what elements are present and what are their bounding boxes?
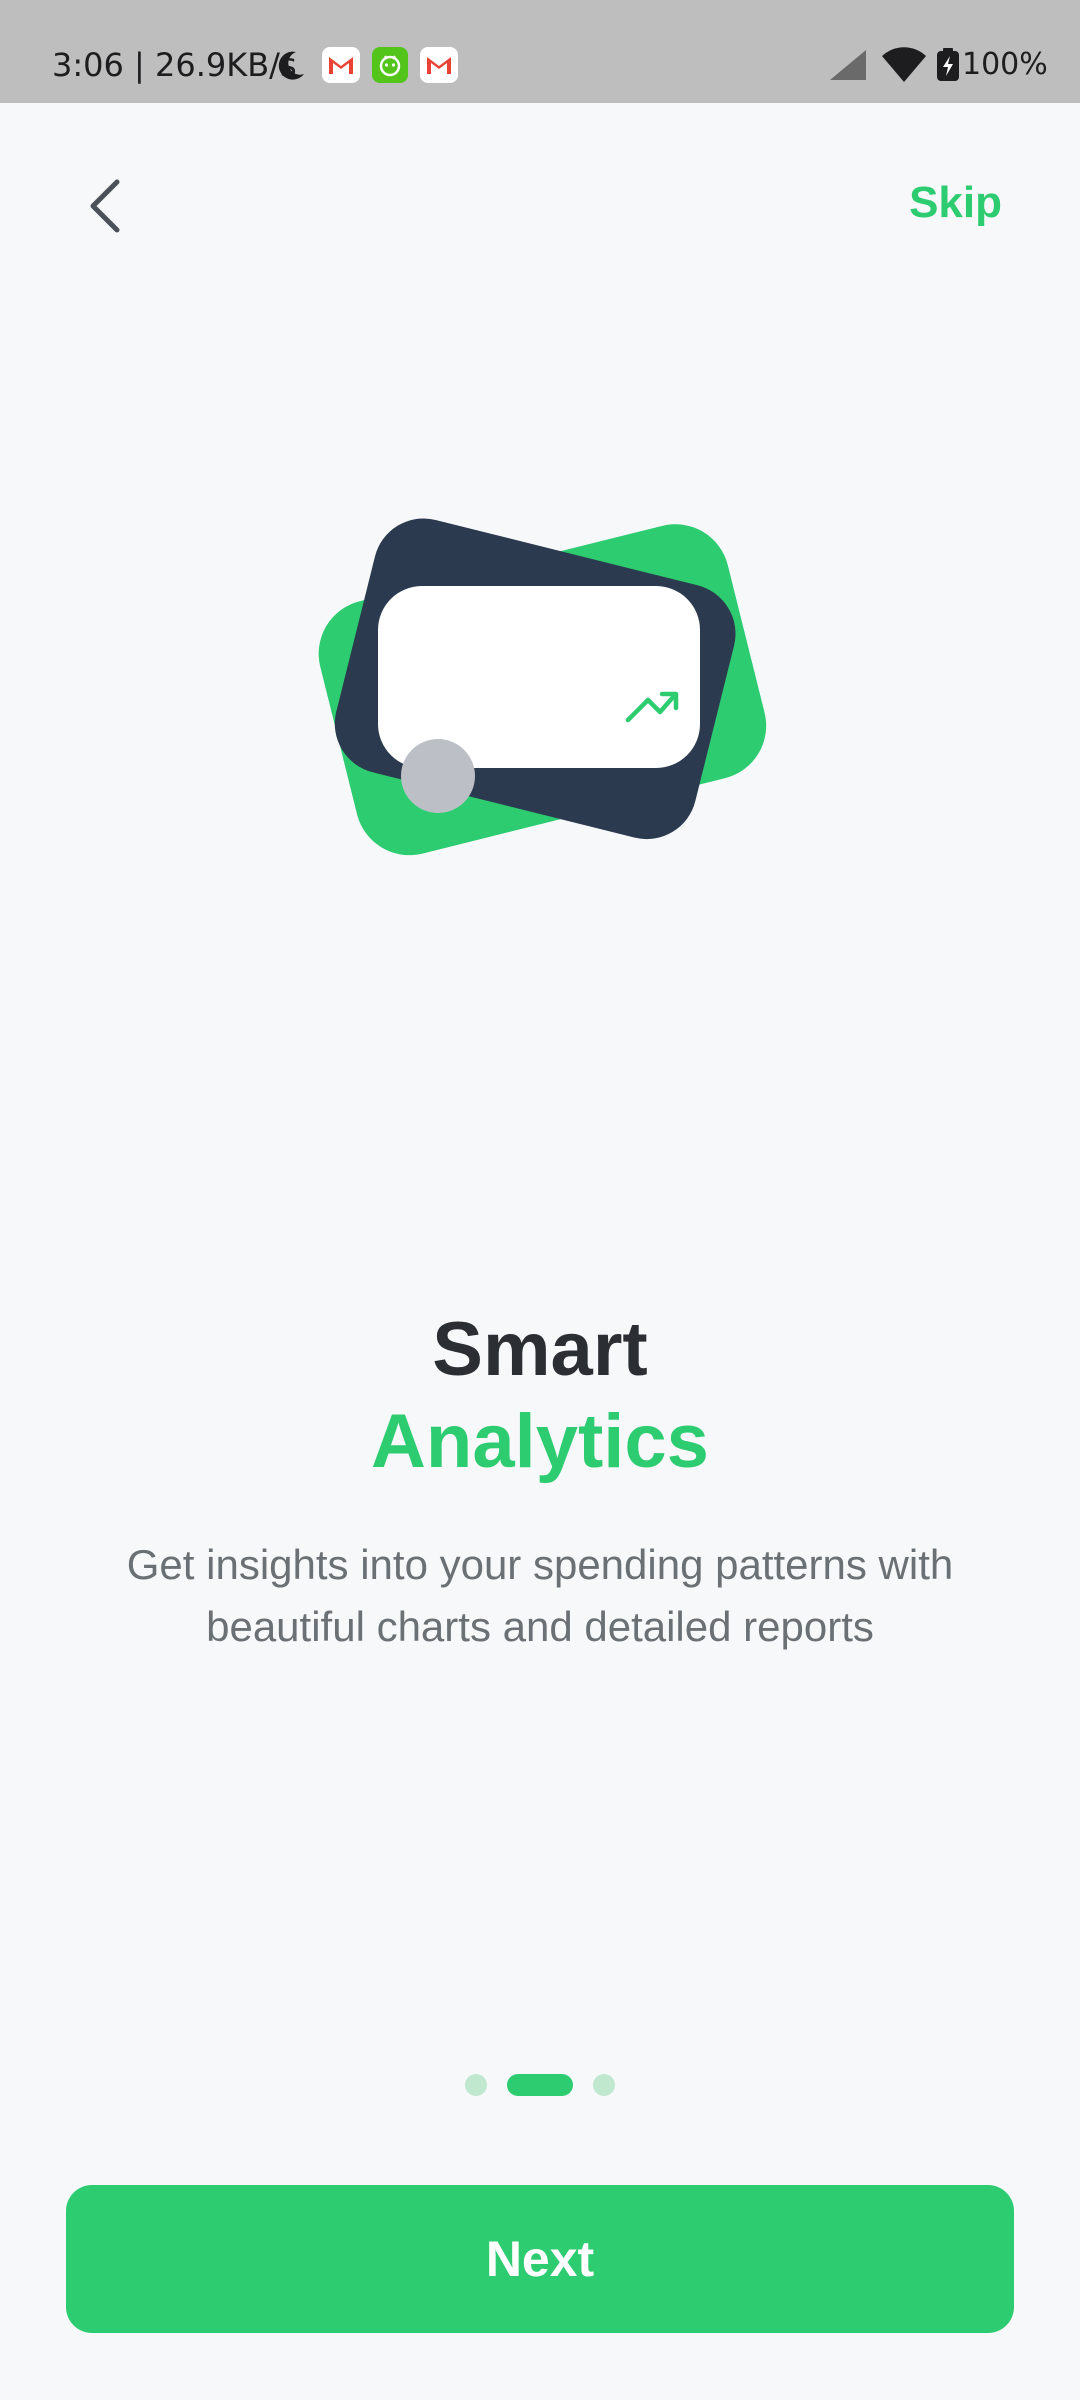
status-time-speed: 3:06 | 26.9KB/s xyxy=(52,46,297,84)
back-button[interactable] xyxy=(70,168,140,248)
page-title-line2: Analytics xyxy=(371,1399,709,1484)
battery-percentage: 100% xyxy=(962,47,1048,82)
page-title-line1: Smart xyxy=(432,1307,648,1392)
wifi-icon xyxy=(880,46,928,89)
page-indicator xyxy=(0,2074,1080,2096)
page-dot-active xyxy=(507,2074,573,2096)
page-description: Get insights into your spending patterns… xyxy=(126,1541,954,1650)
page-dot xyxy=(593,2074,615,2096)
gmail-icon xyxy=(420,47,458,88)
skip-button[interactable]: Skip xyxy=(909,178,1002,228)
moon-icon xyxy=(272,48,308,89)
gmail-icon xyxy=(322,47,360,88)
chevron-left-icon xyxy=(85,176,125,241)
analytics-illustration xyxy=(310,500,770,860)
battery-charging-icon xyxy=(936,48,960,87)
page-dot xyxy=(465,2074,487,2096)
next-button[interactable]: Next xyxy=(66,2185,1014,2333)
signal-icon xyxy=(828,48,868,87)
robot-app-icon xyxy=(372,47,408,88)
status-bar: 3:06 | 26.9KB/s 100% xyxy=(0,0,1080,103)
